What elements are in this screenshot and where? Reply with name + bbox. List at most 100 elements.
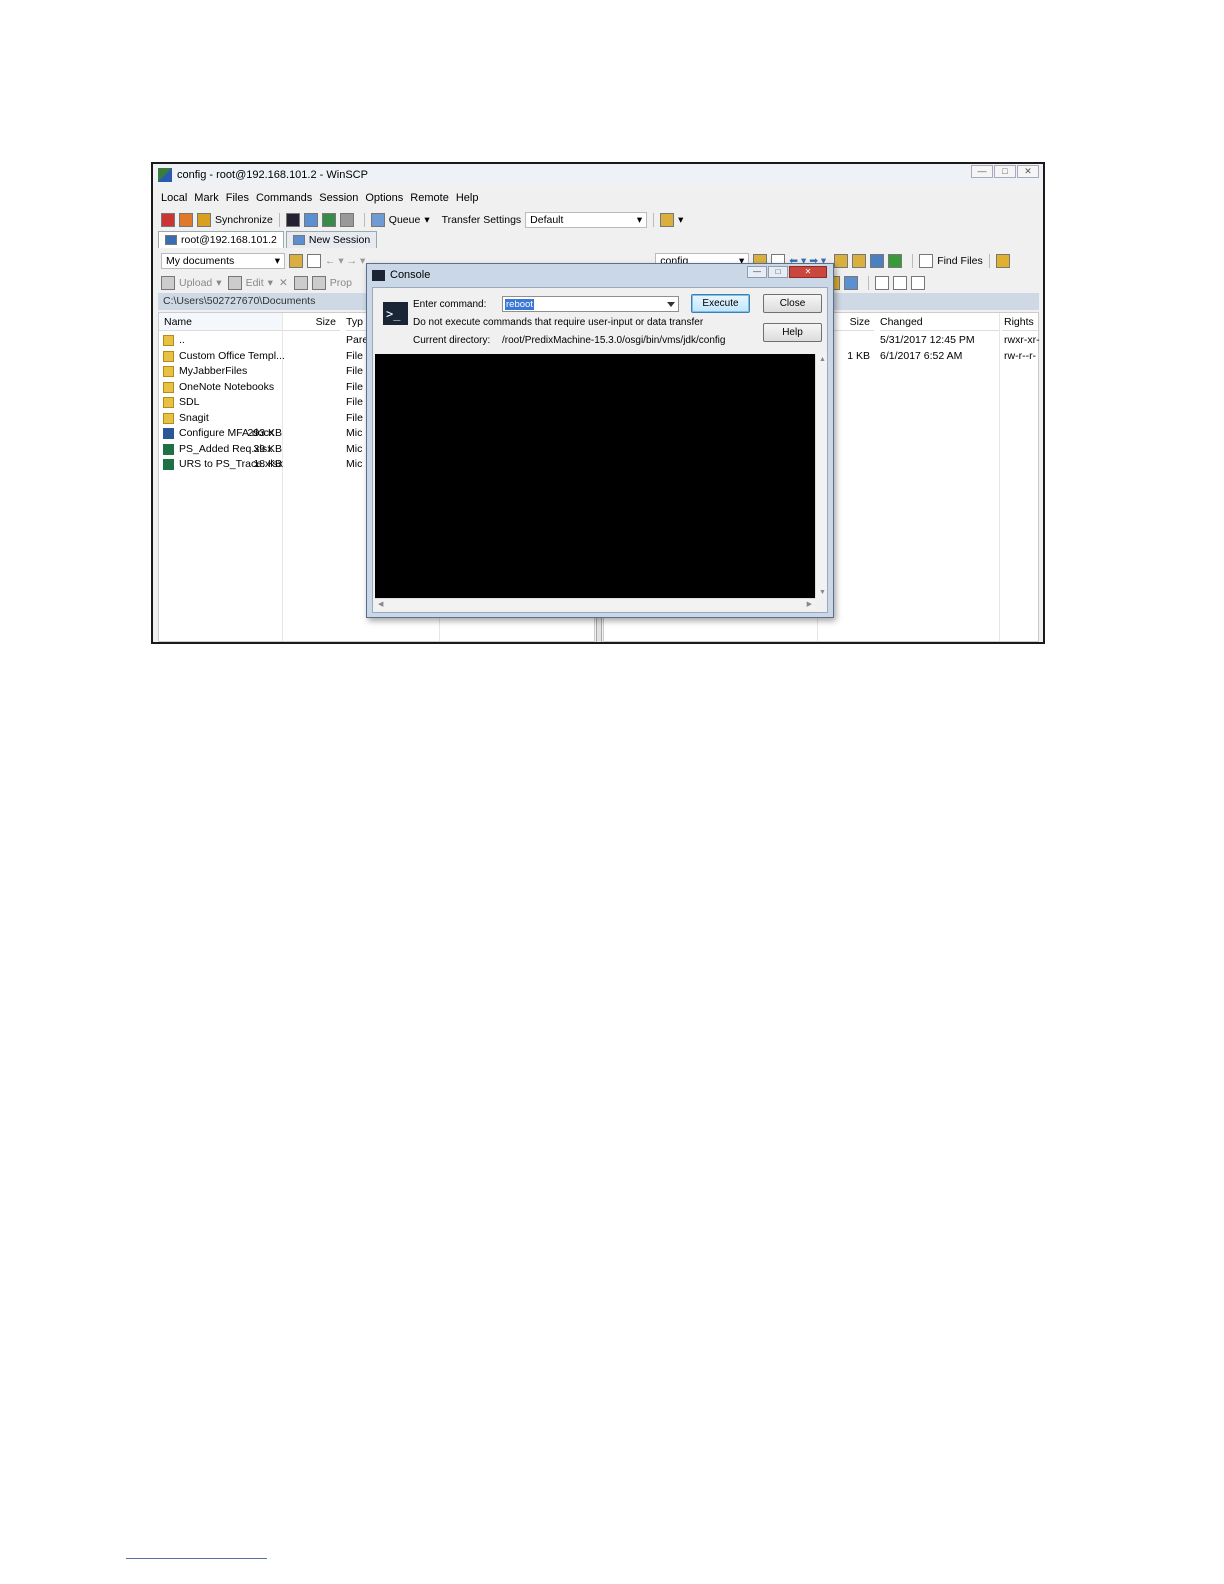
window-titlebar: config - root@192.168.101.2 - WinSCP — □…	[153, 164, 1043, 185]
console-minimize-button[interactable]: —	[747, 266, 767, 278]
tab-new-session[interactable]: New Session	[285, 231, 378, 248]
column-size[interactable]: Size	[282, 313, 340, 331]
queue-icon[interactable]	[370, 213, 385, 227]
menu-options[interactable]: Options	[365, 192, 403, 204]
sync-icon[interactable]	[321, 213, 336, 227]
copy-icon[interactable]	[843, 276, 858, 290]
properties-button[interactable]: Prop	[330, 277, 352, 289]
menu-local[interactable]: Local	[161, 192, 187, 204]
refresh-icon[interactable]	[888, 254, 903, 268]
file-rights: rwxr-xr-	[1004, 334, 1040, 346]
queue-dropdown-icon[interactable]: ▾	[424, 214, 429, 226]
toolbar-separator	[278, 213, 280, 227]
toolbar-separator	[988, 254, 990, 268]
rename-icon[interactable]	[293, 276, 308, 290]
presets-dropdown-icon[interactable]: ▾	[678, 214, 683, 226]
open-folder-icon[interactable]	[289, 254, 303, 268]
command-input[interactable]: reboot	[502, 296, 679, 312]
upload-icon[interactable]	[161, 276, 175, 290]
file-type: File	[346, 411, 363, 424]
scroll-right-icon[interactable]: ▶	[807, 600, 812, 608]
upload-dropdown-icon[interactable]: ▾	[216, 277, 221, 289]
execute-button[interactable]: Execute	[691, 294, 750, 313]
winscp-screenshot: config - root@192.168.101.2 - WinSCP — □…	[151, 162, 1045, 644]
console-maximize-button[interactable]: □	[768, 266, 788, 278]
local-location-value: My documents	[166, 255, 235, 267]
menu-mark[interactable]: Mark	[194, 192, 218, 204]
root-dir-icon[interactable]	[852, 254, 867, 268]
putty-icon[interactable]	[303, 213, 318, 227]
edit-icon[interactable]	[227, 276, 242, 290]
parent-dir-icon[interactable]	[834, 254, 849, 268]
filter-icon[interactable]	[307, 254, 321, 268]
menu-commands[interactable]: Commands	[256, 192, 312, 204]
transfer-settings-select[interactable]: Default ▾	[525, 212, 648, 228]
find-files-button[interactable]: Find Files	[937, 255, 983, 267]
menu-help[interactable]: Help	[456, 192, 479, 204]
horizontal-scrollbar[interactable]: ◀ ▶	[375, 598, 815, 610]
main-toolbar: Synchronize Queue ▾ Transfer Settings De…	[161, 209, 683, 231]
synchronize-icon[interactable]	[197, 213, 211, 227]
vertical-scrollbar[interactable]: ▲ ▼	[815, 354, 827, 598]
footnote-separator	[126, 1558, 267, 1559]
preferences-gear-icon[interactable]	[339, 213, 354, 227]
help-button[interactable]: Help	[763, 323, 822, 342]
unselect-icon[interactable]	[892, 276, 907, 290]
scroll-left-icon[interactable]: ◀	[378, 600, 383, 608]
menu-files[interactable]: Files	[226, 192, 249, 204]
file-size: 293 KB	[247, 427, 282, 439]
minimize-button[interactable]: —	[971, 165, 993, 178]
file-type: Pare	[346, 334, 369, 346]
column-size[interactable]: Size	[834, 313, 874, 331]
transfer-settings-value: Default	[530, 214, 564, 226]
presets-icon[interactable]	[660, 213, 675, 227]
scroll-up-icon[interactable]: ▲	[819, 356, 826, 363]
sync-browse-icon[interactable]	[179, 213, 193, 227]
menu-session[interactable]: Session	[319, 192, 358, 204]
console-title: Console	[390, 269, 431, 281]
file-name: OneNote Notebooks	[179, 380, 275, 393]
tree-icon[interactable]	[995, 254, 1010, 268]
maximize-button[interactable]: □	[994, 165, 1016, 178]
chevron-down-icon[interactable]	[667, 302, 675, 307]
column-changed[interactable]: Changed	[880, 313, 1000, 331]
chevron-down-icon: ▾	[274, 255, 280, 267]
back-arrow-icon[interactable]: ← ▾ → ▾	[325, 255, 365, 267]
file-size: 39 KB	[253, 442, 282, 455]
word-document-icon	[163, 428, 174, 439]
edit-dropdown-icon[interactable]: ▾	[268, 277, 273, 289]
console-icon[interactable]	[285, 213, 300, 227]
parent-folder-icon	[163, 335, 174, 346]
file-type: File	[346, 396, 363, 408]
home-icon[interactable]	[870, 254, 885, 268]
find-files-icon[interactable]	[919, 254, 934, 268]
close-window-button[interactable]: ✕	[1017, 165, 1039, 178]
console-close-window-button[interactable]: ✕	[789, 266, 827, 278]
close-button[interactable]: Close	[763, 294, 822, 313]
upload-button[interactable]: Upload	[179, 277, 212, 289]
edit-button[interactable]: Edit	[246, 277, 264, 289]
local-location-select[interactable]: My documents ▾	[161, 253, 285, 269]
select-all-icon[interactable]	[874, 276, 889, 290]
compare-icon[interactable]	[161, 213, 175, 227]
synchronize-button[interactable]: Synchronize	[215, 214, 273, 226]
file-type: File	[346, 349, 363, 362]
menu-remote[interactable]: Remote	[410, 192, 449, 204]
tab-session[interactable]: root@192.168.101.2	[158, 231, 284, 248]
file-rights: rw-r--r-	[1004, 349, 1037, 362]
folder-icon	[163, 381, 174, 393]
console-output[interactable]	[375, 354, 815, 598]
session-tabs: root@192.168.101.2 New Session	[158, 231, 379, 249]
filter-mark-icon[interactable]	[910, 276, 925, 290]
delete-icon[interactable]: ✕	[279, 277, 288, 289]
column-name[interactable]: Name	[159, 313, 282, 331]
file-type: Mic	[346, 458, 363, 470]
properties-icon[interactable]	[311, 276, 326, 290]
toolbar-separator	[653, 213, 655, 227]
queue-button[interactable]: Queue	[389, 214, 421, 226]
column-rights[interactable]: Rights	[1002, 313, 1040, 331]
scroll-down-icon[interactable]: ▼	[819, 589, 826, 596]
window-title: config - root@192.168.101.2 - WinSCP	[177, 168, 368, 181]
winscp-app-icon	[158, 167, 172, 182]
chevron-down-icon: ▾	[636, 214, 643, 226]
